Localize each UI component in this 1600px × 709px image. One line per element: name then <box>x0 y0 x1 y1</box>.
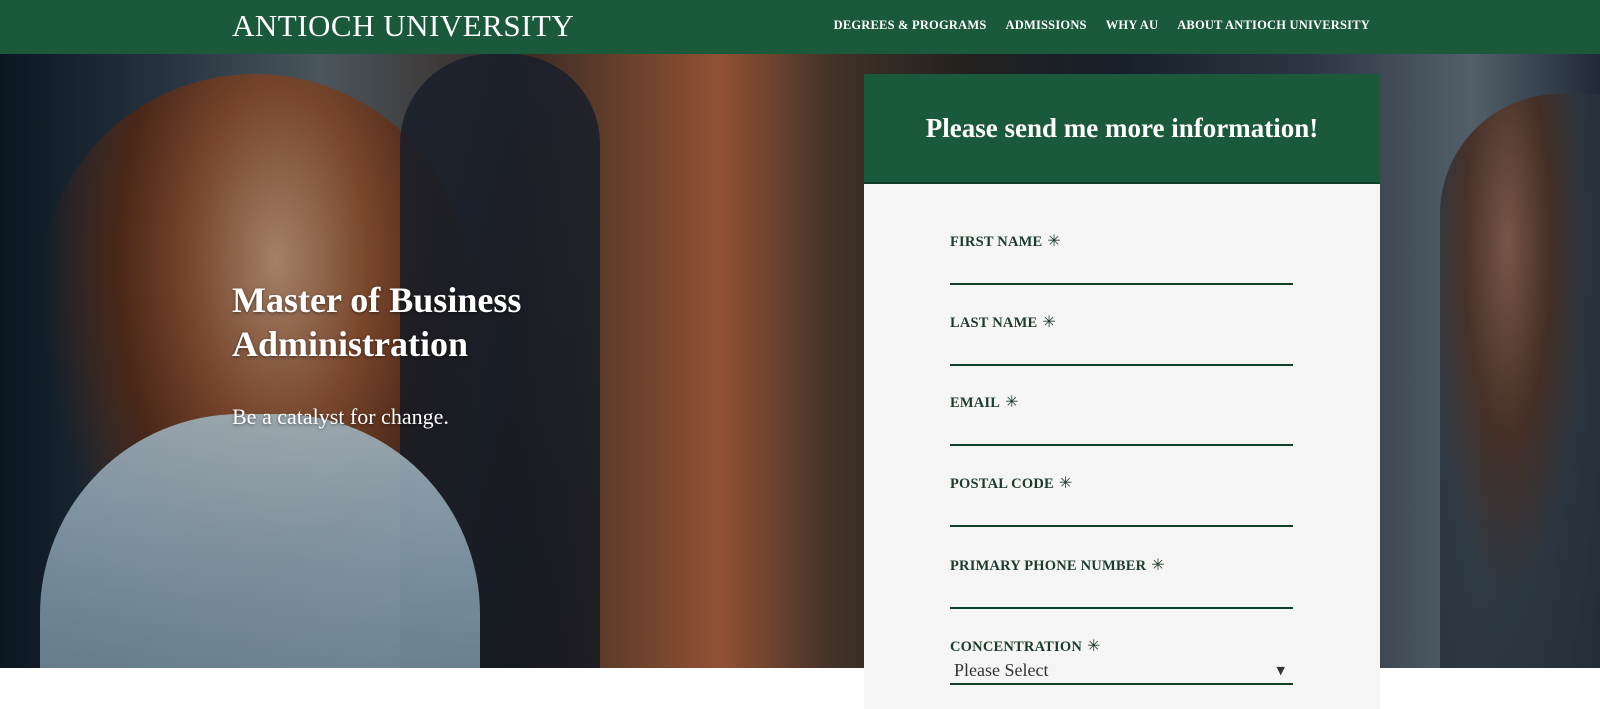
concentration-select[interactable]: Please Select ▼ <box>950 659 1293 685</box>
asterisk-icon: ✳ <box>1151 557 1165 574</box>
concentration-label: CONCENTRATION ✳ <box>950 638 1101 655</box>
asterisk-icon: ✳ <box>1087 638 1101 655</box>
concentration-field: CONCENTRATION ✳ Please Select ▼ <box>950 636 1293 685</box>
asterisk-icon: ✳ <box>1042 314 1056 331</box>
first-name-input[interactable] <box>950 257 1293 285</box>
antioch-university-logo[interactable]: ANTIOCH UNIVERSITY <box>232 6 574 46</box>
postal-code-field: POSTAL CODE ✳ <box>950 473 1293 527</box>
form-heading: Please send me more information! <box>925 112 1319 143</box>
nav-degrees-programs[interactable]: DEGREES & PROGRAMS <box>834 18 987 33</box>
email-input[interactable] <box>950 418 1293 446</box>
first-name-label: FIRST NAME ✳ <box>950 233 1061 250</box>
last-name-input[interactable] <box>950 338 1293 366</box>
postal-code-label: POSTAL CODE ✳ <box>950 475 1073 492</box>
hero-title: Master of Business Administration <box>232 280 522 364</box>
phone-field: PRIMARY PHONE NUMBER ✳ <box>950 555 1293 609</box>
postal-code-input[interactable] <box>950 499 1293 527</box>
asterisk-icon: ✳ <box>1005 394 1019 411</box>
email-label: EMAIL ✳ <box>950 394 1019 411</box>
last-name-field: LAST NAME ✳ <box>950 312 1293 366</box>
first-name-field: FIRST NAME ✳ <box>950 231 1293 285</box>
chevron-down-icon: ▼ <box>1276 664 1285 677</box>
nav-why-au[interactable]: WHY AU <box>1106 18 1158 33</box>
info-request-form: Please send me more information! FIRST N… <box>864 74 1380 709</box>
asterisk-icon: ✳ <box>1047 233 1061 250</box>
nav-about-antioch[interactable]: ABOUT ANTIOCH UNIVERSITY <box>1177 18 1370 33</box>
form-header: Please send me more information! <box>864 74 1380 184</box>
top-navigation-bar: ANTIOCH UNIVERSITY DEGREES & PROGRAMS AD… <box>0 0 1600 54</box>
email-field: EMAIL ✳ <box>950 392 1293 446</box>
nav-admissions[interactable]: ADMISSIONS <box>1006 18 1087 33</box>
hero-subtitle: Be a catalyst for change. <box>232 404 449 429</box>
phone-label: PRIMARY PHONE NUMBER ✳ <box>950 557 1165 574</box>
concentration-selected-value: Please Select <box>954 660 1049 680</box>
phone-input[interactable] <box>950 581 1293 609</box>
main-nav: DEGREES & PROGRAMS ADMISSIONS WHY AU ABO… <box>834 0 1370 50</box>
last-name-label: LAST NAME ✳ <box>950 314 1056 331</box>
asterisk-icon: ✳ <box>1058 475 1073 492</box>
